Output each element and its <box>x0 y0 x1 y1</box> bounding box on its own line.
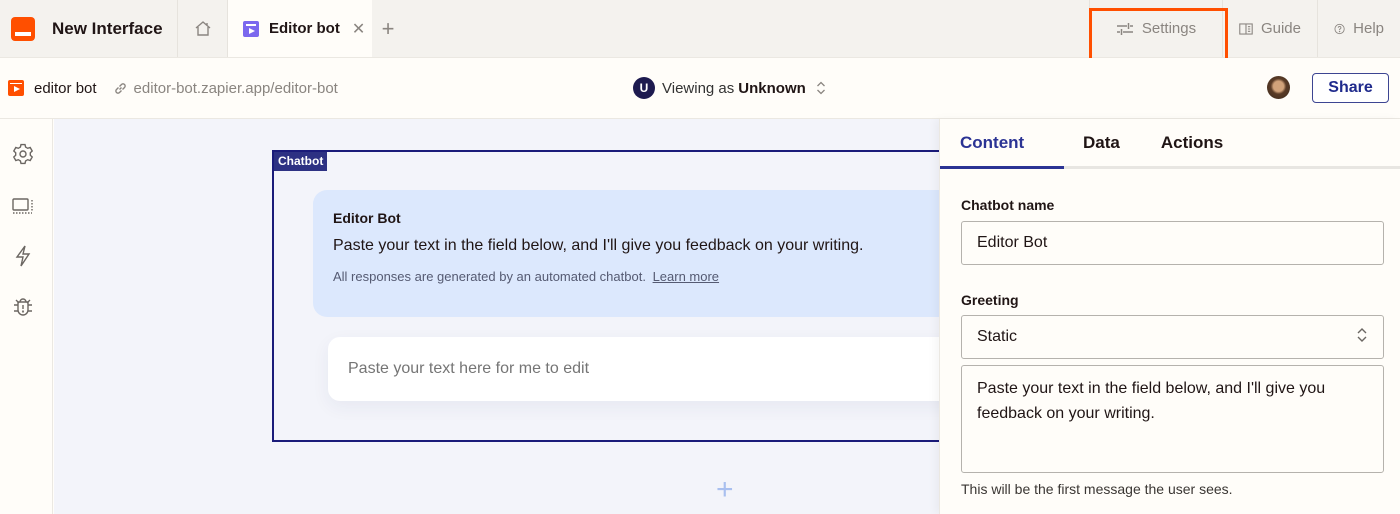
greeting-helper-text: This will be the first message the user … <box>961 481 1233 497</box>
plus-icon: + <box>381 15 395 41</box>
rail-item-debug[interactable] <box>12 295 34 317</box>
bug-icon <box>14 298 32 316</box>
settings-label: Settings <box>1141 20 1197 37</box>
sliders-icon <box>1116 22 1133 35</box>
top-bar: New Interface Editor bot ✕ + Settings Gu… <box>0 0 1400 62</box>
add-component-button[interactable]: + <box>716 475 734 505</box>
page-header: editor bot editor-bot.zapier.app/editor-… <box>0 58 1400 119</box>
bot-greeting-message: Paste your text in the field below, and … <box>333 237 864 254</box>
tab-editor-bot[interactable]: Editor bot ✕ <box>228 0 372 57</box>
tab-label: Editor bot <box>269 20 340 37</box>
question-circle-icon <box>1334 23 1345 34</box>
zapier-logo-icon <box>11 16 35 41</box>
lightning-icon <box>15 245 31 267</box>
left-rail <box>0 119 53 514</box>
canvas: Chatbot Editor Bot Paste your text in th… <box>54 119 939 514</box>
help-button[interactable]: Help <box>1317 0 1400 57</box>
component-label: Chatbot <box>274 152 328 171</box>
rail-item-automations[interactable] <box>12 245 34 267</box>
display-icon <box>12 198 33 214</box>
greeting-label: Greeting <box>961 292 1019 308</box>
app-title: New Interface <box>52 18 163 38</box>
plus-icon: + <box>716 473 734 506</box>
page-icon <box>243 20 259 37</box>
disclaimer-text: All responses are generated by an automa… <box>333 269 646 284</box>
chat-message-input[interactable] <box>328 337 939 401</box>
properties-panel: Content Data Actions Chatbot name Editor… <box>939 119 1400 514</box>
tab-content[interactable]: Content <box>940 119 1064 169</box>
page-icon <box>8 80 24 96</box>
close-icon[interactable]: ✕ <box>352 19 365 39</box>
link-icon <box>113 81 128 96</box>
greeting-text-value: Paste your text in the field below, and … <box>977 380 1326 422</box>
viewer-avatar: U <box>633 77 655 99</box>
book-icon <box>1239 22 1253 35</box>
chevron-up-down-icon <box>1356 326 1368 349</box>
panel-tabs: Content Data Actions <box>940 119 1400 169</box>
chatbot-name-input[interactable]: Editor Bot <box>961 221 1384 265</box>
brand: New Interface <box>0 0 178 57</box>
chatbot-component[interactable]: Chatbot Editor Bot Paste your text in th… <box>272 150 939 442</box>
viewing-as-user: Unknown <box>738 79 806 97</box>
viewing-as-selector[interactable]: U Viewing as Unknown <box>633 77 826 99</box>
tab-data[interactable]: Data <box>1083 119 1120 166</box>
guide-label: Guide <box>1260 20 1301 37</box>
home-icon <box>195 21 210 36</box>
bot-message-bubble: Editor Bot Paste your text in the field … <box>313 190 939 317</box>
chevron-up-down-icon <box>816 81 826 95</box>
gear-icon <box>12 143 34 165</box>
greeting-mode-select[interactable]: Static <box>961 315 1384 359</box>
chatbot-name-value: Editor Bot <box>977 234 1048 251</box>
chatbot-name-label: Chatbot name <box>961 197 1055 213</box>
help-label: Help <box>1353 20 1384 37</box>
page-name: editor bot <box>34 79 97 97</box>
rail-item-layout[interactable] <box>12 195 34 217</box>
bot-name: Editor Bot <box>333 210 401 226</box>
bot-disclaimer: All responses are generated by an automa… <box>333 269 939 284</box>
page-url-link[interactable]: editor-bot.zapier.app/editor-bot <box>134 80 338 97</box>
share-button[interactable]: Share <box>1312 73 1389 103</box>
tab-actions[interactable]: Actions <box>1161 119 1223 166</box>
greeting-mode-value: Static <box>977 328 1018 345</box>
settings-button[interactable]: Settings <box>1089 0 1228 62</box>
greeting-textarea[interactable]: Paste your text in the field below, and … <box>961 365 1384 473</box>
add-tab-button[interactable]: + <box>372 0 404 57</box>
rail-item-settings[interactable] <box>12 143 34 165</box>
learn-more-link[interactable]: Learn more <box>653 269 719 284</box>
user-avatar[interactable] <box>1267 76 1290 99</box>
guide-button[interactable]: Guide <box>1222 0 1317 57</box>
home-tab[interactable] <box>178 0 228 57</box>
viewing-as-label: Viewing as <box>662 79 735 97</box>
